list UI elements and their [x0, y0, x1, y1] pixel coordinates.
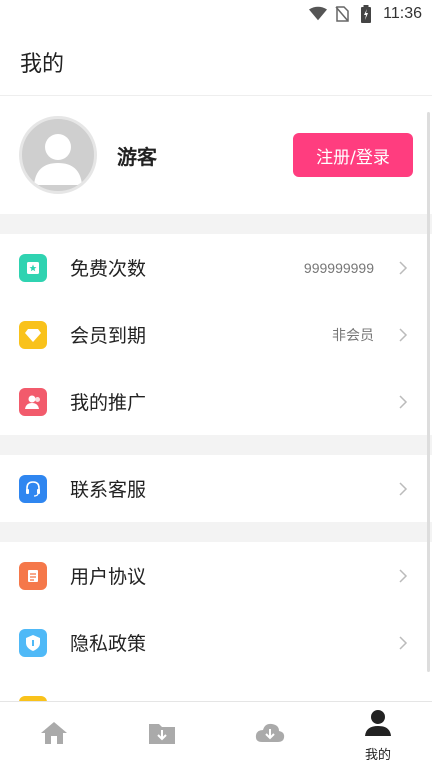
chevron-right-icon	[398, 635, 408, 650]
menu-item-membership-expiry[interactable]: 会员到期 非会员	[0, 301, 432, 368]
menu-item-customer-service[interactable]: 联系客服	[0, 455, 432, 522]
menu-item-label: 会员到期	[70, 325, 147, 347]
menu-group-support: 联系客服	[0, 455, 432, 522]
section-divider	[0, 435, 432, 455]
chevron-right-icon	[398, 394, 408, 409]
chevron-right-icon	[398, 481, 408, 496]
chevron-right-icon	[398, 568, 408, 583]
tab-label: 我的	[364, 747, 391, 763]
share-users-icon	[19, 387, 47, 416]
status-bar: 11:36	[0, 0, 432, 28]
home-icon	[39, 720, 69, 750]
page-title: 我的	[20, 51, 65, 77]
menu-item-label: 我的推广	[70, 392, 147, 414]
menu-item-label: 用户协议	[70, 566, 147, 588]
username: 游客	[117, 144, 157, 169]
diamond-icon	[19, 320, 47, 349]
menu-item-my-promotion[interactable]: 我的推广	[0, 368, 432, 435]
page-header: 我的	[0, 28, 432, 96]
ticket-icon	[19, 253, 47, 282]
tab-mine[interactable]: 我的	[324, 702, 432, 768]
menu-group-account: 免费次数 999999999 会员到期 非会员 我的推广	[0, 234, 432, 435]
folder-download-icon	[147, 720, 177, 750]
free-uses-count: 999999999	[303, 259, 374, 276]
status-time: 11:36	[383, 5, 422, 22]
shield-icon	[19, 628, 47, 657]
no-sim-icon	[333, 6, 351, 22]
cloud-download-icon	[254, 720, 286, 750]
membership-status: 非会员	[332, 326, 374, 343]
register-login-button[interactable]: 注册/登录	[293, 133, 413, 177]
section-divider	[0, 214, 432, 234]
person-icon	[363, 708, 393, 742]
person-placeholder-icon	[34, 134, 82, 185]
avatar[interactable]	[19, 116, 97, 194]
battery-icon	[357, 5, 375, 23]
section-divider	[0, 522, 432, 542]
bottom-tab-bar: 我的	[0, 701, 432, 768]
tab-local-files[interactable]	[108, 702, 216, 768]
menu-item-user-agreement[interactable]: 用户协议	[0, 542, 432, 609]
menu-item-label: 联系客服	[70, 479, 147, 501]
menu-item-free-uses[interactable]: 免费次数 999999999	[0, 234, 432, 301]
tab-home[interactable]	[0, 702, 108, 768]
menu-item-label: 免费次数	[70, 258, 147, 280]
scrollbar[interactable]	[427, 112, 430, 672]
headset-icon	[19, 474, 47, 503]
document-icon	[19, 561, 47, 590]
wifi-icon	[309, 6, 328, 22]
menu-item-label: 隐私政策	[70, 633, 147, 655]
chevron-right-icon	[398, 260, 408, 275]
tab-downloads[interactable]	[216, 702, 324, 768]
chevron-right-icon	[398, 327, 408, 342]
menu-item-privacy-policy[interactable]: 隐私政策	[0, 609, 432, 676]
profile-card: 游客 注册/登录	[0, 96, 432, 214]
